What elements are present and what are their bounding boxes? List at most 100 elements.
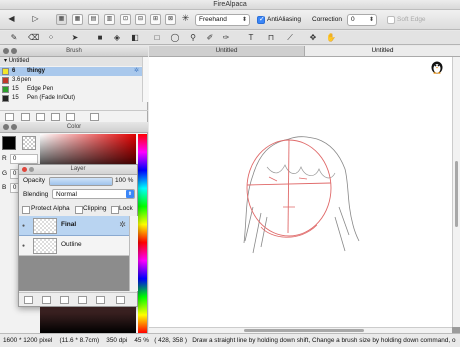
correction-select[interactable]: 0 ⬍ xyxy=(347,14,377,26)
text-tool-icon[interactable]: T xyxy=(246,33,256,43)
redo-icon[interactable]: ▷ xyxy=(30,14,41,25)
horizontal-scroll-thumb[interactable] xyxy=(244,329,364,332)
new-folder-icon[interactable] xyxy=(60,296,69,304)
frame-tool-icon[interactable]: ⊓ xyxy=(266,33,276,43)
brush-scrollbar[interactable] xyxy=(142,57,149,102)
brush-name: Pen (Fade In/Out) xyxy=(27,95,76,101)
hand-icon[interactable]: ✥ xyxy=(308,33,318,43)
clipping-checkbox[interactable] xyxy=(75,206,83,214)
color-gradient-area[interactable] xyxy=(40,307,136,333)
rect-select-icon[interactable]: □ xyxy=(152,33,162,43)
duplicate-brush-icon[interactable] xyxy=(36,113,45,121)
hue-slider[interactable] xyxy=(138,134,147,333)
protect-alpha-label: Protect Alpha xyxy=(31,205,70,212)
magic-wand-icon[interactable]: ⚲ xyxy=(188,33,198,43)
brush-name: Edge Pen xyxy=(27,86,54,92)
brush-size: 6 xyxy=(12,68,16,74)
snap-point-icon[interactable]: ✳ xyxy=(180,14,191,25)
grid-icon[interactable]: ▦ xyxy=(72,14,83,25)
layer-row[interactable]: ● Final ✲ xyxy=(19,216,129,236)
brush-color-swatch xyxy=(2,95,9,102)
eraser-tool-icon[interactable]: ⌫ xyxy=(28,33,39,43)
gear-icon[interactable]: ✲ xyxy=(119,220,126,229)
grid-lines-icon[interactable]: ▤ xyxy=(88,14,99,25)
brush-panel: Brush ▾ Untitled 6 thingy ✲ 3.6 pen 15 E… xyxy=(0,46,149,122)
r-field[interactable]: 0 xyxy=(10,154,38,164)
new-layer-icon[interactable] xyxy=(24,296,33,304)
checkmark-icon: ✓ xyxy=(259,16,265,23)
folder-icon[interactable] xyxy=(51,113,60,121)
status-zoom: 45 % xyxy=(134,337,149,344)
opacity-slider[interactable] xyxy=(49,177,113,186)
layer-name: Final xyxy=(61,221,77,228)
trash-icon[interactable] xyxy=(116,296,125,304)
trash-icon[interactable] xyxy=(90,113,99,121)
close-icon[interactable] xyxy=(22,167,27,172)
gear-icon[interactable]: ✲ xyxy=(134,67,139,76)
brush-group[interactable]: ▾ Untitled xyxy=(0,57,142,66)
dot-tool-icon[interactable]: ⁘ xyxy=(46,33,56,43)
merge-layer-icon[interactable] xyxy=(96,296,105,304)
rotate-icon[interactable]: ✋ xyxy=(326,33,336,43)
tab-untitled-2[interactable]: Untitled xyxy=(305,46,460,56)
minimize-icon[interactable] xyxy=(29,167,34,172)
brush-item[interactable]: 15 Edge Pen xyxy=(0,85,142,94)
gradient-tool-icon[interactable]: ◧ xyxy=(130,33,140,43)
fill-rect-tool-icon[interactable]: ■ xyxy=(95,33,105,43)
import-icon[interactable] xyxy=(66,113,75,121)
eyedropper-tool-icon[interactable]: ⟋ xyxy=(285,33,295,43)
blending-value: Normal xyxy=(56,191,77,198)
snap-curve-icon[interactable]: ⊟ xyxy=(135,14,146,25)
close-icon[interactable] xyxy=(3,48,9,54)
lock-checkbox[interactable] xyxy=(111,206,119,214)
vertical-scrollbar[interactable] xyxy=(452,57,460,327)
protect-alpha-checkbox[interactable] xyxy=(22,206,30,214)
snap-radial-icon[interactable]: ⊠ xyxy=(165,14,176,25)
drawing-canvas[interactable] xyxy=(149,57,452,327)
canvas-area: Untitled Untitled xyxy=(149,46,460,334)
eye-icon[interactable]: ● xyxy=(22,223,25,229)
snap-ellipse-icon[interactable]: ⊞ xyxy=(150,14,161,25)
layer-row[interactable]: ● Outline xyxy=(19,236,129,256)
edit-brush-icon[interactable] xyxy=(21,113,30,121)
brush-item[interactable]: 6 thingy ✲ xyxy=(0,67,142,76)
selection-none-icon[interactable]: ▦ xyxy=(56,14,67,25)
collapse-icon[interactable] xyxy=(11,124,17,130)
color-panel-header: Color xyxy=(0,122,148,133)
fit-icon[interactable]: ▥ xyxy=(104,14,115,25)
vertical-scroll-thumb[interactable] xyxy=(455,161,458,227)
select-eraser-icon[interactable]: ✑ xyxy=(221,33,231,43)
tab-untitled-1[interactable]: Untitled xyxy=(149,46,305,56)
brush-size: 15 xyxy=(12,95,19,101)
eye-icon[interactable]: ● xyxy=(22,243,25,249)
blending-label: Blending xyxy=(23,191,49,198)
clipping-label: Clipping xyxy=(83,205,107,212)
soft-edge-checkbox[interactable] xyxy=(387,16,395,24)
status-dimensions: 1600 * 1200 pixel xyxy=(3,337,53,344)
brush-color-swatch xyxy=(2,77,9,84)
correction-value: 0 xyxy=(351,16,355,23)
layer-scrollbar[interactable] xyxy=(129,216,138,291)
collapse-icon[interactable] xyxy=(11,48,17,54)
sketch-drawing xyxy=(243,136,360,254)
transparent-color-swatch[interactable] xyxy=(22,136,36,150)
brush-item[interactable]: 3.6 pen xyxy=(0,76,142,85)
status-dpi: 350 dpi xyxy=(106,337,128,344)
new-brush-icon[interactable] xyxy=(5,113,14,121)
brush-mode-select[interactable]: Freehand ⬍ xyxy=(195,14,250,26)
snap-icon[interactable]: ⊡ xyxy=(120,14,131,25)
blending-select[interactable]: Normal ⬍ xyxy=(52,189,135,199)
move-tool-icon[interactable]: ➤ xyxy=(70,33,80,43)
duplicate-layer-icon[interactable] xyxy=(78,296,87,304)
primary-color-swatch[interactable] xyxy=(2,136,16,150)
pen-tool-icon[interactable]: ✎ xyxy=(9,33,19,43)
penguin-mascot-icon xyxy=(430,60,444,74)
undo-icon[interactable]: ◀ xyxy=(6,14,17,25)
new-layer-8bit-icon[interactable] xyxy=(42,296,51,304)
lasso-select-icon[interactable]: ◯ xyxy=(170,33,180,43)
close-icon[interactable] xyxy=(3,124,9,130)
select-pen-icon[interactable]: ✐ xyxy=(205,33,215,43)
bucket-tool-icon[interactable]: ◈ xyxy=(112,33,122,43)
brush-item[interactable]: 15 Pen (Fade In/Out) xyxy=(0,94,142,103)
antialiasing-checkbox[interactable]: ✓ xyxy=(257,16,265,24)
